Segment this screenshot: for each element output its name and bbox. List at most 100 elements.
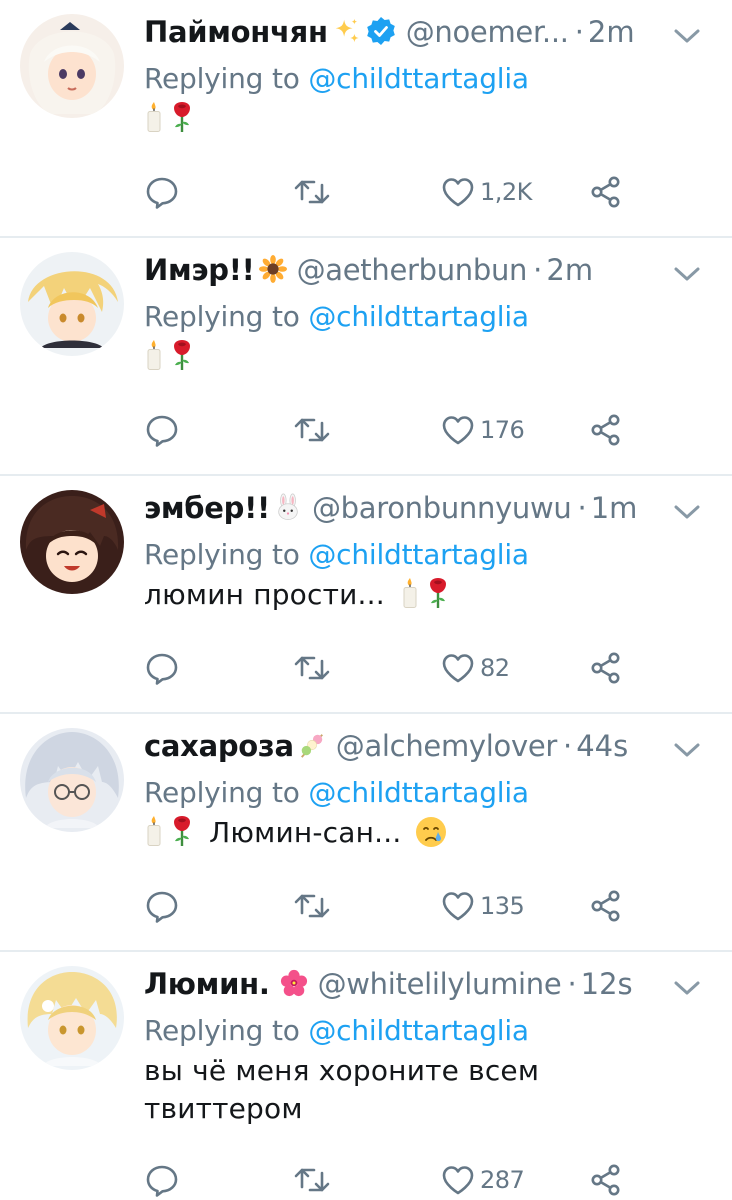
retweet-icon [292, 650, 332, 686]
mention-link[interactable]: @childttartaglia [308, 538, 529, 571]
retweet-button[interactable] [292, 1158, 332, 1200]
mention-link[interactable]: @childttartaglia [308, 1014, 529, 1047]
separator-dot: · [567, 967, 577, 1001]
avatar[interactable] [20, 252, 124, 356]
user-handle[interactable]: @noemer... [406, 15, 569, 49]
avatar[interactable] [20, 728, 124, 832]
timestamp[interactable]: 1m [591, 491, 638, 525]
replying-to-label: Replying to [144, 300, 300, 333]
like-button[interactable]: 287 [440, 1158, 525, 1200]
user-handle[interactable]: @alchemylover [336, 729, 558, 763]
user-handle[interactable]: @whitelilylumine [318, 967, 562, 1001]
tweet-text: люмин прости... [144, 576, 664, 614]
reply-button[interactable] [144, 408, 180, 452]
separator-dot: · [574, 15, 584, 49]
tweet-text [144, 338, 664, 376]
retweet-button[interactable] [292, 884, 332, 928]
tweet[interactable]: Люмин. @whitelilylumine · 12s Replying to @… [0, 952, 732, 1200]
display-name[interactable]: Люмин. [144, 967, 270, 1001]
tweet[interactable]: Имэр!! @aetherbunbun · 2m Replying to @chil… [0, 238, 732, 476]
avatar[interactable] [20, 490, 124, 594]
timestamp[interactable]: 44s [576, 729, 628, 763]
display-name[interactable]: Паймончян [144, 15, 328, 49]
user-handle[interactable]: @baronbunnyuwu [312, 491, 572, 525]
reply-button[interactable] [144, 646, 180, 690]
like-button[interactable]: 82 [440, 646, 510, 690]
candle-emoji [144, 100, 164, 134]
share-button[interactable] [588, 884, 624, 928]
like-button[interactable]: 135 [440, 884, 525, 928]
avatar[interactable] [20, 14, 124, 118]
tweet-text-content: Люмин-сан... [209, 816, 402, 849]
rose-emoji [170, 338, 194, 372]
like-button[interactable]: 176 [440, 408, 525, 452]
like-count: 135 [480, 892, 525, 920]
tweet-actions: 176 [144, 408, 644, 452]
tweet[interactable]: сахароза @alchemylover · 44s Replying to @c… [0, 714, 732, 952]
retweet-button[interactable] [292, 170, 332, 214]
mention-link[interactable]: @childttartaglia [308, 300, 529, 333]
share-button[interactable] [588, 646, 624, 690]
like-count: 287 [480, 1166, 525, 1194]
timestamp[interactable]: 2m [546, 253, 593, 287]
display-name[interactable]: Имэр!! [144, 253, 255, 287]
separator-dot: · [562, 729, 573, 763]
mention-link[interactable]: @childttartaglia [308, 62, 529, 95]
hibiscus-emoji [280, 969, 308, 997]
like-icon [440, 174, 476, 210]
rabbit-face-emoji [274, 493, 302, 521]
sparkles-emoji [332, 17, 360, 45]
tweet-actions: 287 [144, 1158, 644, 1200]
dango-emoji [298, 731, 326, 759]
tweet[interactable]: эмбер!! @baronbunnyuwu · 1m Replying to @ch… [0, 476, 732, 714]
display-name[interactable]: эмбер!! [144, 491, 270, 525]
tweet[interactable]: Паймончян @noemer... · 2m Replying to @chil… [0, 0, 732, 238]
like-button[interactable]: 1,2K [440, 170, 532, 214]
mention-link[interactable]: @childttartaglia [308, 776, 529, 809]
retweet-button[interactable] [292, 646, 332, 690]
reply-icon [144, 888, 180, 924]
reply-button[interactable] [144, 884, 180, 928]
like-icon [440, 1162, 476, 1198]
like-icon [440, 650, 476, 686]
user-handle[interactable]: @aetherbunbun [297, 253, 528, 287]
replying-to: Replying to @childttartaglia [144, 298, 529, 336]
candle-emoji [144, 814, 164, 848]
candle-emoji [144, 338, 164, 372]
tweet-actions: 135 [144, 884, 644, 928]
candle-emoji [400, 576, 420, 610]
reply-button[interactable] [144, 1158, 180, 1200]
rose-emoji [426, 576, 450, 610]
share-button[interactable] [588, 170, 624, 214]
replying-to: Replying to @childttartaglia [144, 60, 529, 98]
share-button[interactable] [588, 1158, 624, 1200]
tweet-header: Паймончян @noemer... · 2m [144, 12, 664, 52]
replying-to-label: Replying to [144, 776, 300, 809]
retweet-button[interactable] [292, 408, 332, 452]
like-icon [440, 412, 476, 448]
chevron-down-icon[interactable] [672, 740, 702, 760]
retweet-icon [292, 174, 332, 210]
like-count: 176 [480, 416, 525, 444]
chevron-down-icon[interactable] [672, 502, 702, 522]
reply-icon [144, 412, 180, 448]
chevron-down-icon[interactable] [672, 978, 702, 998]
share-icon [588, 1162, 624, 1198]
tweet-header: сахароза @alchemylover · 44s [144, 726, 664, 766]
display-name[interactable]: сахароза [144, 729, 294, 763]
retweet-icon [292, 888, 332, 924]
crying-face-emoji [415, 816, 447, 848]
share-button[interactable] [588, 408, 624, 452]
reply-button[interactable] [144, 170, 180, 214]
avatar[interactable] [20, 966, 124, 1070]
replying-to: Replying to @childttartaglia [144, 536, 529, 574]
timestamp[interactable]: 2m [588, 15, 635, 49]
chevron-down-icon[interactable] [672, 264, 702, 284]
tweet-text-line: твиттером [144, 1092, 303, 1125]
tweet-header: Имэр!! @aetherbunbun · 2m [144, 250, 664, 290]
chevron-down-icon[interactable] [672, 26, 702, 46]
sunflower-emoji [259, 255, 287, 283]
timestamp[interactable]: 12s [581, 967, 633, 1001]
separator-dot: · [577, 491, 587, 525]
verified-badge-icon [366, 16, 396, 46]
